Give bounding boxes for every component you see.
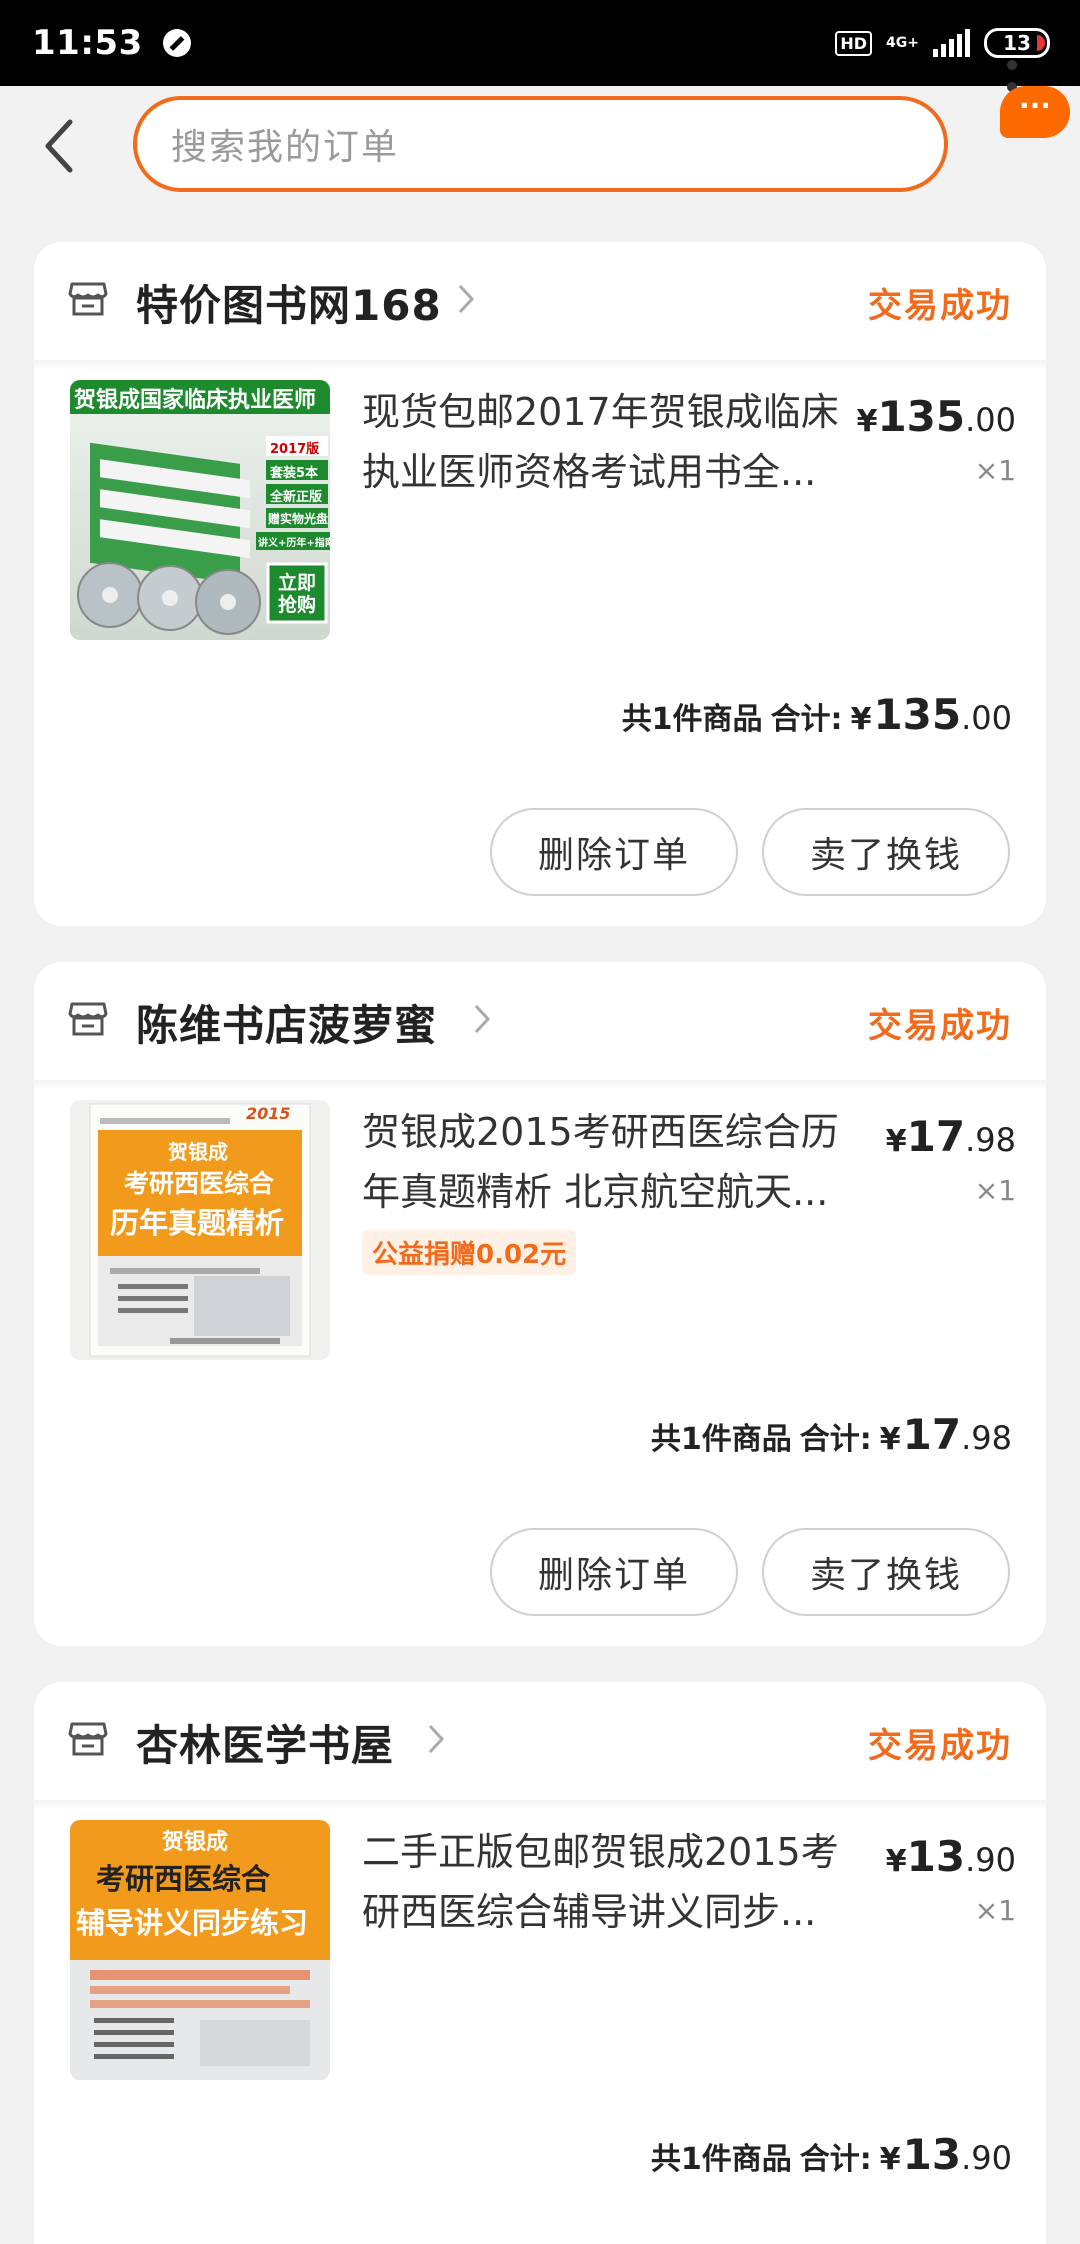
shop-name[interactable]: 特价图书网168 [136, 272, 442, 333]
product-price: ¥17.98 [886, 1112, 1016, 1161]
order-card-header[interactable]: 杏林医学书屋 交易成功 [34, 1682, 1046, 1800]
thumb-title-line: 历年真题精析 [110, 1206, 285, 1240]
product-quantity: ×1 [974, 1174, 1016, 1207]
product-title[interactable]: 现货包邮2017年贺银成临床 执业医师资格考试用书全... [362, 382, 862, 502]
thumb-title-line: 辅导讲义同步练习 [76, 1906, 309, 1940]
thumb-cta: 立即抢购 [277, 572, 316, 616]
more-badge[interactable]: ··· [1000, 86, 1070, 138]
signal-icon [933, 29, 970, 57]
product-quantity: ×1 [974, 454, 1016, 487]
total-label: 合计: [770, 702, 843, 737]
shop-icon [68, 282, 108, 316]
product-title-line: 现货包邮2017年贺银成临床 [362, 390, 839, 434]
thumb-year: 2015 [246, 1104, 291, 1123]
total-integer: 135 [873, 690, 962, 739]
shop-name[interactable]: 陈维书店菠萝蜜 [136, 992, 437, 1053]
price-integer: 13 [906, 1832, 966, 1881]
product-image[interactable]: 贺银成 考研西医综合 辅导讲义同步练习 [70, 1820, 330, 2080]
divider [34, 1800, 1046, 1810]
thumb-badge: 全新正版 [270, 490, 323, 505]
product-price: ¥135.00 [857, 392, 1016, 441]
price-integer: 135 [877, 392, 966, 441]
product-title-line: 二手正版包邮贺银成2015考 [362, 1830, 839, 1874]
order-total: 共1件商品 合计: ¥ 13 .90 [651, 2130, 1012, 2179]
back-arrow-icon [45, 119, 73, 173]
chevron-right-icon [458, 284, 475, 314]
product-image[interactable]: 2015 贺银成 考研西医综合 历年真题精析 [70, 1100, 330, 1360]
thumb-banner-text: 贺银成国家临床执业医师 [74, 388, 317, 413]
price-integer: 17 [906, 1112, 966, 1161]
price-decimal: .90 [965, 1841, 1016, 1879]
price-currency: ¥ [885, 1844, 907, 1879]
thumb-author: 贺银成 [162, 1830, 229, 1855]
product-price: ¥13.90 [886, 1832, 1016, 1881]
thumb-author: 贺银成 [168, 1140, 228, 1164]
shop-icon [68, 1002, 108, 1036]
total-currency: ¥ [879, 2142, 901, 2177]
status-time: 11:53 [32, 23, 143, 63]
order-total: 共1件商品 合计: ¥ 17 .98 [651, 1410, 1012, 1459]
network-type: 4G+ [886, 35, 919, 51]
thumb-badge: 套装5本 [270, 466, 319, 481]
price-currency: ¥ [856, 404, 878, 439]
order-card[interactable]: 特价图书网168 交易成功 贺银成国家临床执业医师 2017版 套装5本 全新正… [34, 242, 1046, 926]
product-title-line: 执业医师资格考试用书全... [362, 450, 817, 494]
do-not-disturb-icon [162, 29, 191, 57]
search-input[interactable]: 搜索我的订单 [133, 96, 948, 192]
hd-icon: HD [835, 30, 873, 56]
product-image[interactable]: 贺银成国家临床执业医师 2017版 套装5本 全新正版 赠实物光盘 讲义+历年+… [70, 380, 330, 640]
price-currency: ¥ [885, 1124, 907, 1159]
item-count: 共1件商品 [650, 2142, 792, 2177]
thumb-title-line: 考研西医综合 [124, 1169, 275, 1198]
sell-for-cash-button[interactable]: 卖了换钱 [762, 1528, 1010, 1616]
status-bar: 11:53 HD 4G+ 13 [0, 0, 1080, 86]
chevron-right-icon [474, 1004, 491, 1034]
total-currency: ¥ [850, 702, 872, 737]
shop-name[interactable]: 杏林医学书屋 [136, 1712, 394, 1773]
order-status: 交易成功 [868, 286, 1012, 326]
total-integer: 13 [902, 2130, 962, 2179]
total-decimal: .98 [961, 1419, 1012, 1457]
thumb-badge: 讲义+历年+指南 [258, 538, 330, 549]
total-integer: 17 [902, 1410, 962, 1459]
divider [34, 1080, 1046, 1090]
product-title-line: 研西医综合辅导讲义同步... [362, 1890, 817, 1934]
product-title[interactable]: 贺银成2015考研西医综合历 年真题精析 北京航空航天... [362, 1102, 862, 1222]
search-header: 搜索我的订单 [0, 86, 1080, 206]
order-total: 共1件商品 合计: ¥ 135 .00 [622, 690, 1012, 739]
chevron-right-icon [428, 1724, 445, 1754]
divider [34, 360, 1046, 370]
charity-tag: 公益捐赠0.02元 [362, 1230, 577, 1275]
thumb-title-line: 考研西医综合 [96, 1862, 271, 1896]
total-label: 合计: [799, 2142, 872, 2177]
order-card[interactable]: 杏林医学书屋 交易成功 贺银成 考研西医综合 辅导讲义同步练习 二手正版包邮贺银… [34, 1682, 1046, 2244]
price-decimal: .00 [965, 401, 1016, 439]
order-card-header[interactable]: 特价图书网168 交易成功 [34, 242, 1046, 360]
item-count: 共1件商品 [621, 702, 763, 737]
order-card-header[interactable]: 陈维书店菠萝蜜 交易成功 [34, 962, 1046, 1080]
product-title-line: 年真题精析 北京航空航天... [362, 1170, 829, 1214]
item-count: 共1件商品 [650, 1422, 792, 1457]
delete-order-button[interactable]: 删除订单 [490, 1528, 738, 1616]
back-button[interactable] [40, 114, 90, 178]
search-placeholder: 搜索我的订单 [171, 127, 400, 168]
total-decimal: .90 [961, 2139, 1012, 2177]
total-label: 合计: [799, 1422, 872, 1457]
price-decimal: .98 [965, 1121, 1016, 1159]
thumb-badge: 赠实物光盘 [268, 512, 329, 526]
order-status: 交易成功 [868, 1006, 1012, 1046]
order-card[interactable]: 陈维书店菠萝蜜 交易成功 2015 贺银成 考研西医综合 历年真题精析 贺银成2… [34, 962, 1046, 1646]
order-status: 交易成功 [868, 1726, 1012, 1766]
product-title[interactable]: 二手正版包邮贺银成2015考 研西医综合辅导讲义同步... [362, 1822, 862, 1942]
product-title-line: 贺银成2015考研西医综合历 [362, 1110, 839, 1154]
shop-icon [68, 1722, 108, 1756]
total-decimal: .00 [961, 699, 1012, 737]
product-quantity: ×1 [974, 1894, 1016, 1927]
thumb-edition: 2017版 [270, 442, 320, 457]
total-currency: ¥ [879, 1422, 901, 1457]
sell-for-cash-button[interactable]: 卖了换钱 [762, 808, 1010, 896]
delete-order-button[interactable]: 删除订单 [490, 808, 738, 896]
